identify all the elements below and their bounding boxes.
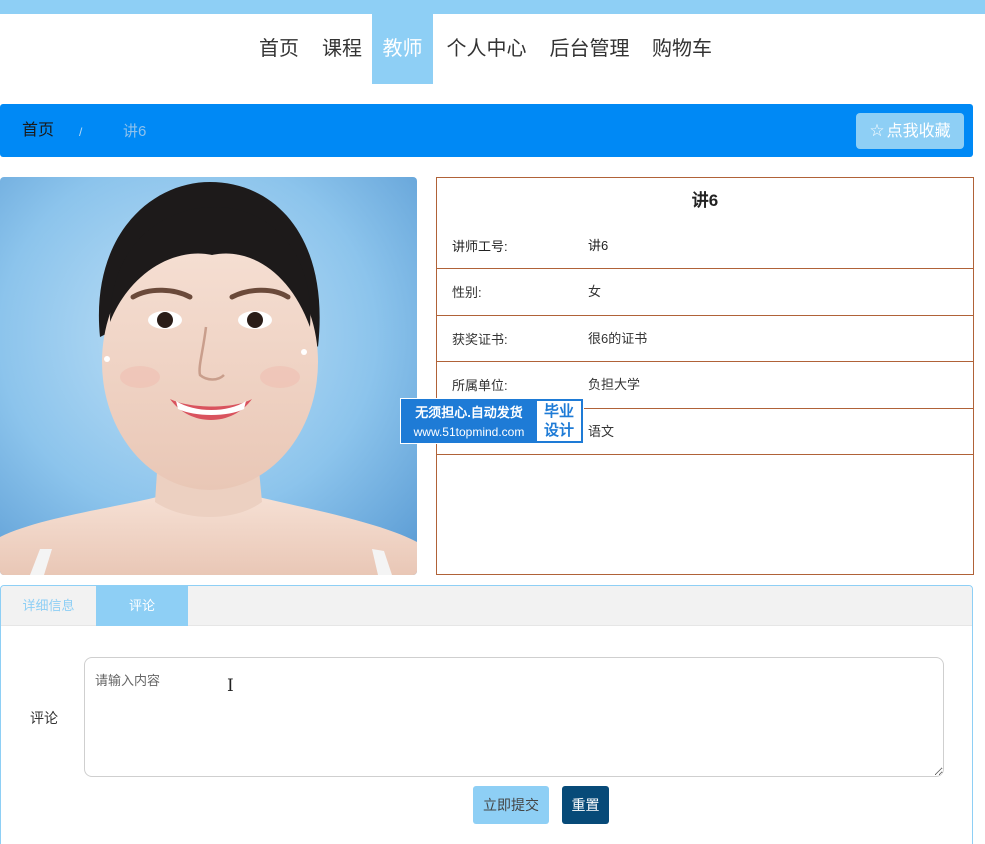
main-nav: 首页 课程 教师 个人中心 后台管理 购物车: [0, 14, 985, 84]
tabs-panel: 详细信息 评论 评论 I 立即提交 重置: [0, 585, 973, 844]
tab-header: 详细信息 评论: [1, 586, 972, 626]
watermark-line1: 无须担心.自动发货: [415, 405, 523, 420]
info-value-gender: 女: [588, 284, 602, 299]
tab-comments[interactable]: 评论: [96, 586, 188, 626]
tab-details[interactable]: 详细信息: [1, 586, 96, 626]
info-value-organization: 负担大学: [588, 377, 641, 392]
teacher-photo: [0, 177, 417, 575]
submit-button[interactable]: 立即提交: [473, 786, 549, 824]
teacher-info-header: 讲6 讲师工号: 讲6: [437, 178, 973, 269]
nav-item-courses[interactable]: 课程: [315, 14, 369, 84]
info-value-subject: 语文: [588, 423, 615, 439]
info-value-teacher-id: 讲6: [588, 238, 609, 253]
info-value-certificate: 很6的证书: [588, 330, 648, 346]
info-label-teacher-id: 讲师工号:: [452, 239, 508, 254]
breadcrumb-separator: /: [79, 125, 83, 139]
watermark-badge: 无须担心.自动发货 www.51topmind.com 毕业 设计: [400, 398, 584, 444]
nav-item-admin[interactable]: 后台管理: [544, 14, 635, 84]
favorite-button[interactable]: ☆ 点我收藏: [856, 113, 964, 149]
text-cursor-icon: I: [227, 676, 234, 696]
nav-item-home[interactable]: 首页: [252, 14, 306, 84]
info-row-gender: 性别: 女: [437, 269, 973, 316]
comment-label: 评论: [30, 710, 58, 726]
favorite-button-label: 点我收藏: [886, 123, 951, 140]
top-color-strip: [0, 0, 985, 14]
breadcrumb: 首页 / 讲6 ☆ 点我收藏: [0, 104, 973, 157]
star-outline-icon: ☆: [869, 121, 885, 140]
watermark-logo: 毕业 设计: [537, 401, 581, 441]
teacher-info-panel: 讲6 讲师工号: 讲6 性别: 女 获奖证书: 很6的证书 所属单位: 负担大学…: [436, 177, 974, 575]
watermark-badge-line2: 设计: [543, 422, 574, 439]
watermark-badge-line1: 毕业: [543, 403, 574, 420]
info-label-gender: 性别:: [452, 285, 482, 300]
info-label-certificate: 获奖证书:: [452, 331, 508, 347]
watermark-line2: www.51topmind.com: [413, 425, 525, 439]
info-row-certificate: 获奖证书: 很6的证书: [437, 316, 973, 362]
nav-item-cart[interactable]: 购物车: [647, 14, 717, 84]
nav-item-personal-center[interactable]: 个人中心: [441, 14, 532, 84]
breadcrumb-current: 讲6: [123, 123, 147, 140]
reset-button[interactable]: 重置: [562, 786, 609, 824]
breadcrumb-home-link[interactable]: 首页: [22, 104, 54, 157]
watermark-text: 无须担心.自动发货 www.51topmind.com: [401, 399, 537, 445]
comment-textarea[interactable]: [84, 657, 944, 777]
nav-item-teachers[interactable]: 教师: [372, 14, 433, 84]
teacher-name: 讲6: [691, 191, 719, 210]
